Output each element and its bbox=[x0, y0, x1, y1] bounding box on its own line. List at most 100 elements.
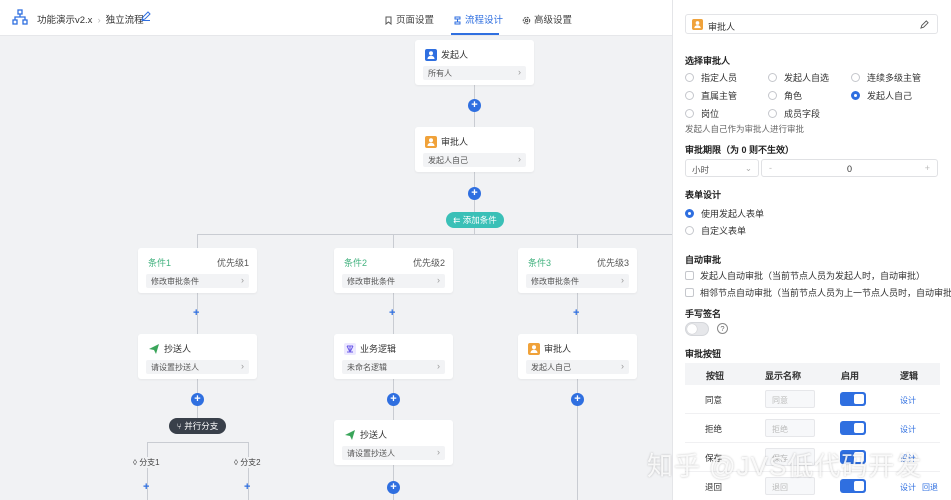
approve-buttons-title: 审批按钮 bbox=[685, 349, 722, 359]
cc-node[interactable]: 抄送人 请设置抄送人 › bbox=[138, 334, 257, 379]
node-setting[interactable]: 发起人自己 › bbox=[526, 360, 629, 374]
node-setting[interactable]: 修改审批条件 › bbox=[146, 274, 249, 288]
node-setting[interactable]: 发起人自己 › bbox=[423, 153, 526, 167]
checkbox-adjacent-auto[interactable]: 相邻节点自动审批（当前节点人员为上一节点人员时，自动审批） bbox=[685, 286, 951, 299]
select-approver-title: 选择审批人 bbox=[685, 56, 731, 66]
node-setting[interactable]: 修改审批条件 › bbox=[526, 274, 629, 288]
design-link[interactable]: 设计 bbox=[900, 482, 916, 493]
add-node-button[interactable]: + bbox=[191, 393, 204, 406]
add-node-button[interactable]: + bbox=[468, 99, 481, 112]
radio-initiator-choose[interactable]: 发起人自选 bbox=[768, 71, 829, 84]
tab-flow-design[interactable]: 流程设计 bbox=[453, 12, 503, 26]
condition-title: 条件2 bbox=[344, 258, 368, 268]
node-title: 抄送人 bbox=[360, 430, 388, 440]
add-node-button[interactable]: + bbox=[193, 308, 199, 319]
chevron-right-icon: › bbox=[437, 275, 440, 285]
radio-member-field[interactable]: 成员字段 bbox=[768, 107, 820, 120]
connector bbox=[197, 234, 577, 235]
radio-specified-user[interactable]: 指定人员 bbox=[685, 71, 737, 84]
node-setting[interactable]: 所有人 › bbox=[423, 66, 526, 80]
condition-title: 条件1 bbox=[148, 258, 172, 268]
sub-branch-label[interactable]: ◊ 分支2 bbox=[232, 457, 263, 468]
branch-icon: ⇇ bbox=[453, 215, 463, 225]
add-node-button[interactable]: + bbox=[244, 482, 250, 493]
send-icon bbox=[149, 344, 159, 354]
gear-icon bbox=[522, 16, 531, 25]
active-tab-underline bbox=[451, 33, 499, 35]
chevron-right-icon: › bbox=[518, 67, 521, 77]
node-setting[interactable]: 请设置抄送人 › bbox=[146, 360, 249, 374]
add-node-button[interactable]: + bbox=[389, 308, 395, 319]
add-node-button[interactable]: + bbox=[573, 308, 579, 319]
enable-switch[interactable] bbox=[840, 392, 866, 406]
condition-title: 条件3 bbox=[528, 258, 552, 268]
design-link[interactable]: 设计 bbox=[900, 424, 916, 435]
priority-label: 优先级1 bbox=[216, 258, 249, 268]
business-logic-node[interactable]: 业务逻辑 未命名逻辑 › bbox=[334, 334, 453, 379]
panel-node-title: 审批人 bbox=[708, 22, 736, 32]
node-setting[interactable]: 修改审批条件 › bbox=[342, 274, 445, 288]
form-design-title: 表单设计 bbox=[685, 190, 722, 200]
signature-title: 手写签名 bbox=[685, 309, 722, 319]
radio-custom-form[interactable]: 自定义表单 bbox=[685, 224, 746, 237]
chevron-right-icon: › bbox=[437, 361, 440, 371]
radio-direct-manager[interactable]: 直属主管 bbox=[685, 89, 737, 102]
bookmark-icon bbox=[385, 16, 392, 26]
radio-use-initiator-form[interactable]: 使用发起人表单 bbox=[685, 207, 764, 220]
rollback-link[interactable]: 回退 bbox=[922, 482, 938, 493]
chevron-right-icon: › bbox=[621, 275, 624, 285]
add-node-button[interactable]: + bbox=[468, 187, 481, 200]
flow-name: 独立流程 bbox=[105, 15, 144, 26]
radio-position[interactable]: 岗位 bbox=[685, 107, 719, 120]
condition-node-1[interactable]: 条件1 优先级1 修改审批条件 › bbox=[138, 248, 257, 293]
radio-initiator-self[interactable]: 发起人自己 bbox=[851, 89, 912, 102]
radio-multi-level-manager[interactable]: 连续多级主管 bbox=[851, 71, 921, 84]
condition-node-3[interactable]: 条件3 优先级3 修改审批条件 › bbox=[518, 248, 637, 293]
approver-hint: 发起人自己作为审批人进行审批 bbox=[685, 124, 805, 134]
table-header: 按钮 显示名称 启用 逻辑 bbox=[685, 363, 940, 385]
chevron-right-icon: › bbox=[437, 447, 440, 457]
sub-branch-label[interactable]: ◊ 分支1 bbox=[131, 457, 162, 468]
chevron-right-icon: › bbox=[241, 275, 244, 285]
tab-advanced-settings[interactable]: 高级设置 bbox=[522, 12, 572, 26]
radio-role[interactable]: 角色 bbox=[768, 89, 802, 102]
branch3-approver-node[interactable]: 审批人 发起人自己 › bbox=[518, 334, 637, 379]
node-title-field[interactable]: 审批人 bbox=[685, 14, 938, 34]
increment-button[interactable]: + bbox=[925, 163, 930, 173]
initiator-node[interactable]: 发起人 所有人 › bbox=[415, 40, 534, 85]
chevron-down-icon: ⌄ bbox=[744, 163, 752, 173]
add-node-button[interactable]: + bbox=[571, 393, 584, 406]
help-icon[interactable]: ? bbox=[717, 323, 728, 334]
node-setting[interactable]: 请设置抄送人 › bbox=[342, 446, 445, 460]
add-node-button[interactable]: + bbox=[143, 482, 149, 493]
add-node-button[interactable]: + bbox=[387, 393, 400, 406]
signature-toggle[interactable] bbox=[685, 322, 709, 336]
add-node-button[interactable]: + bbox=[387, 481, 400, 494]
add-condition-button[interactable]: ⇇ 添加条件 bbox=[446, 212, 504, 228]
cc-node-2[interactable]: 抄送人 请设置抄送人 › bbox=[334, 420, 453, 465]
table-row: 同意 同意 设计 bbox=[685, 385, 940, 414]
condition-node-2[interactable]: 条件2 优先级2 修改审批条件 › bbox=[334, 248, 453, 293]
display-name-input[interactable]: 拒绝 bbox=[765, 419, 815, 437]
approver-node[interactable]: 审批人 发起人自己 › bbox=[415, 127, 534, 172]
edit-name-icon[interactable] bbox=[141, 11, 151, 21]
chevron-right-icon: › bbox=[621, 361, 624, 371]
node-title: 审批人 bbox=[544, 344, 572, 354]
deadline-unit-select[interactable]: 小时 ⌄ bbox=[685, 159, 759, 177]
tab-page-settings[interactable]: 页面设置 bbox=[384, 12, 434, 26]
display-name-input[interactable]: 同意 bbox=[765, 390, 815, 408]
chevron-right-icon: › bbox=[518, 154, 521, 164]
connector bbox=[147, 442, 248, 443]
node-title: 业务逻辑 bbox=[360, 344, 397, 354]
enable-switch[interactable] bbox=[840, 421, 866, 435]
app-name: 功能演示v2.x bbox=[37, 15, 93, 26]
parallel-branch-button[interactable]: ⑂ 并行分支 bbox=[169, 418, 226, 434]
connector bbox=[577, 234, 672, 235]
deadline-number-input[interactable]: - 0 + bbox=[761, 159, 938, 177]
checkbox-initiator-auto[interactable]: 发起人自动审批（当前节点人员为发起人时，自动审批） bbox=[685, 269, 925, 282]
edit-icon[interactable] bbox=[920, 20, 929, 29]
design-link[interactable]: 设计 bbox=[900, 395, 916, 406]
watermark: 知乎 @JVS低代码开发 bbox=[647, 451, 923, 481]
node-setting[interactable]: 未命名逻辑 › bbox=[342, 360, 445, 374]
connector bbox=[577, 234, 578, 248]
